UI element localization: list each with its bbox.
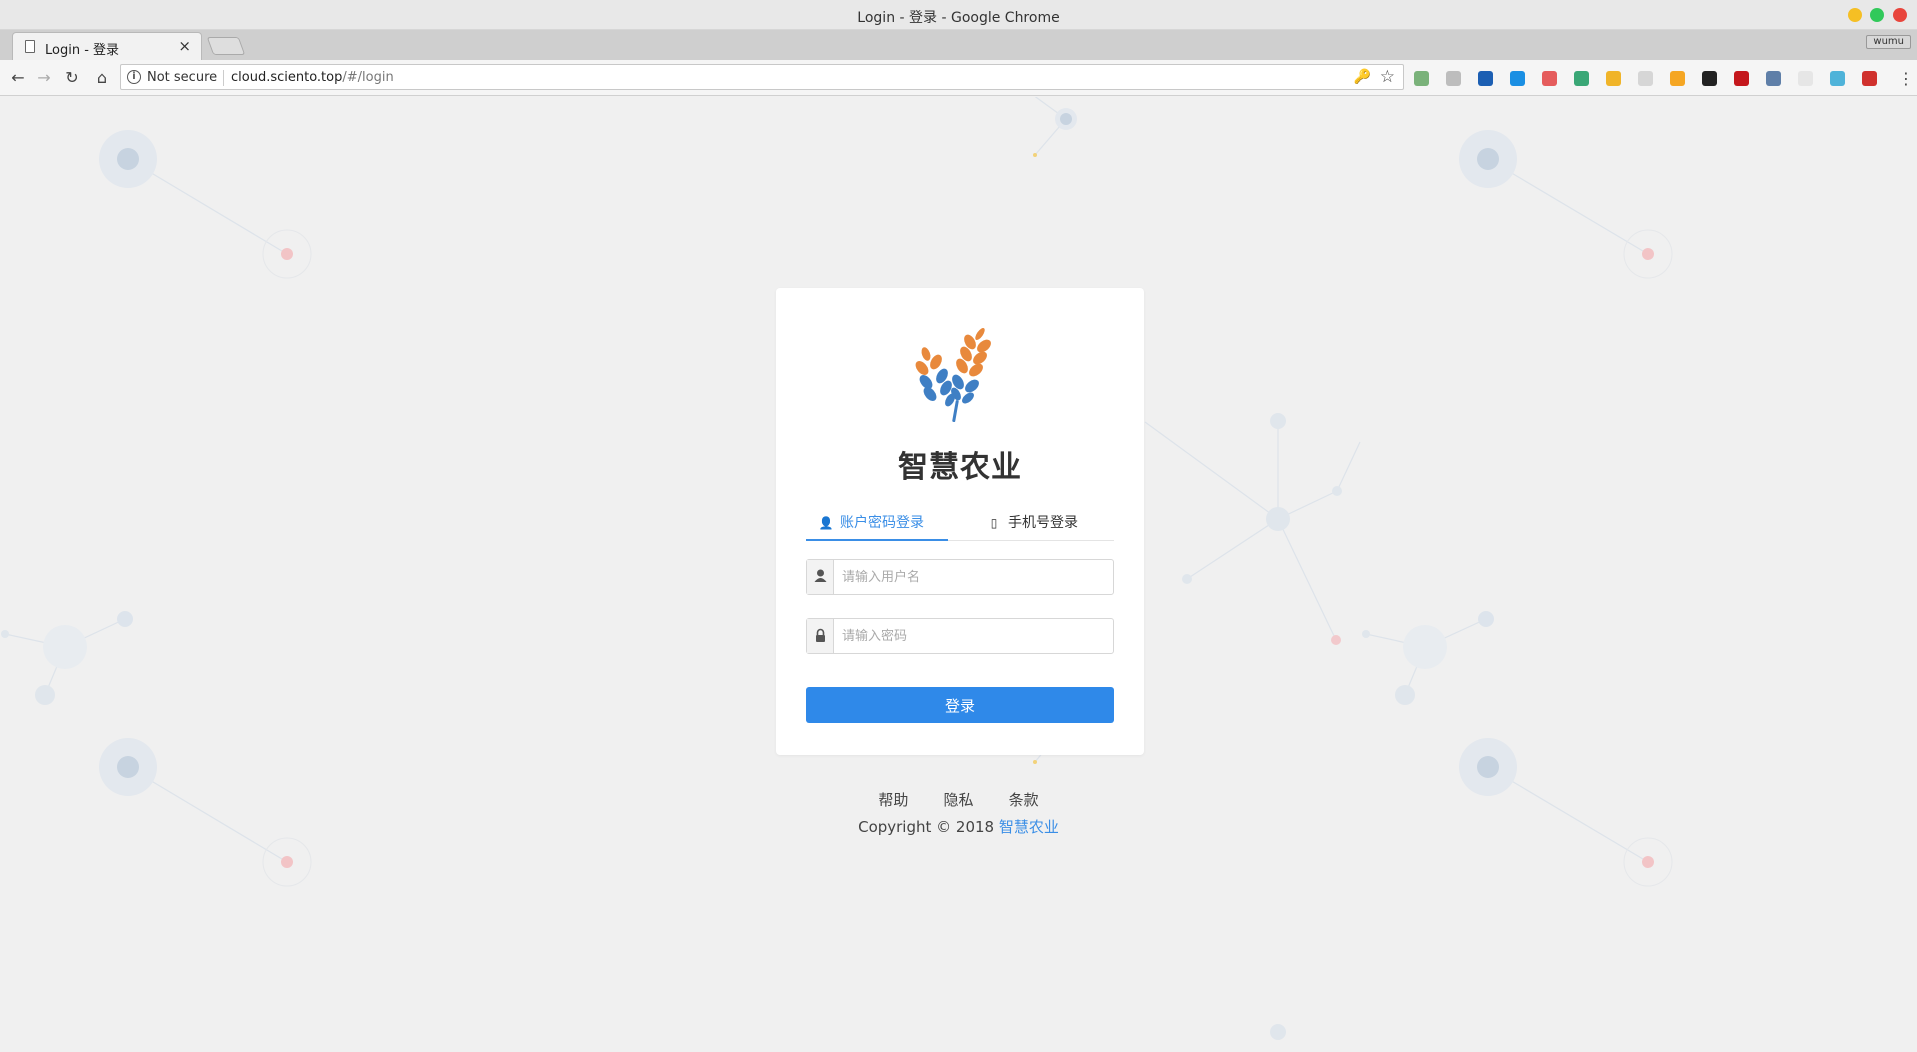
pdf-extension-icon[interactable] <box>1862 71 1877 86</box>
user-icon <box>814 569 827 582</box>
footer-link-help[interactable]: 帮助 <box>878 789 908 810</box>
wheat-logo-icon <box>915 328 991 423</box>
red-circle-extension-icon[interactable] <box>1542 71 1557 86</box>
tab-strip: Login - 登录 × wumu <box>0 30 1917 60</box>
user-icon: 👤 <box>818 516 834 530</box>
home-icon[interactable]: ⌂ <box>92 68 112 87</box>
reload-icon[interactable]: ↻ <box>62 68 82 87</box>
adblock-extension-icon[interactable] <box>1734 71 1749 86</box>
tab-phone-label: 手机号登录 <box>1008 515 1078 531</box>
omnibox-separator <box>223 70 224 86</box>
tab-account-label: 账户密码登录 <box>840 515 924 531</box>
back-arrow-icon[interactable]: ← <box>8 68 28 87</box>
footer-link-privacy[interactable]: 隐私 <box>943 789 973 810</box>
footer-links: 帮助 隐私 条款 <box>0 789 1917 810</box>
vue-extension-icon[interactable] <box>1574 71 1589 86</box>
copyright-text: Copyright © 2018 <box>858 818 995 836</box>
key-icon[interactable]: 🔑 <box>1354 69 1371 85</box>
bird-extension-icon[interactable] <box>1702 71 1717 86</box>
url-host: cloud.sciento.top <box>231 70 343 85</box>
footer-link-terms[interactable]: 条款 <box>1009 789 1039 810</box>
lock-icon <box>816 628 825 642</box>
minimize-button[interactable] <box>1848 8 1862 22</box>
footer-brand-link[interactable]: 智慧农业 <box>999 818 1059 836</box>
username-input[interactable] <box>834 560 1113 594</box>
browser-tab-login[interactable]: Login - 登录 × <box>12 32 202 60</box>
page-footer: 帮助 隐私 条款 Copyright © 2018 智慧农业 <box>0 789 1917 837</box>
login-button[interactable]: 登录 <box>806 687 1114 723</box>
window-title: Login - 登录 - Google Chrome <box>857 10 1060 26</box>
url-text[interactable]: cloud.sciento.top/#/login <box>231 70 394 85</box>
mobile-phone-icon: ▯ <box>990 516 998 530</box>
password-input[interactable] <box>834 619 1113 653</box>
brand-title: 智慧农业 <box>898 450 1022 485</box>
tab-account-login[interactable]: 👤 账户密码登录 <box>806 513 948 541</box>
grid-extension-icon[interactable] <box>1638 71 1653 86</box>
orange-square-extension-icon[interactable] <box>1670 71 1685 86</box>
react-extension-icon[interactable] <box>1830 71 1845 86</box>
menu-icon[interactable]: ⋮ <box>1898 69 1914 88</box>
image-extension-icon[interactable] <box>1446 71 1461 86</box>
d-extension-icon[interactable] <box>1510 71 1525 86</box>
username-field <box>806 559 1114 595</box>
address-bar[interactable]: i Not secure cloud.sciento.top/#/login 🔑… <box>120 64 1404 90</box>
tab-close-icon[interactable]: × <box>178 37 191 55</box>
forward-arrow-icon[interactable]: → <box>34 68 54 87</box>
window-titlebar: Login - 登录 - Google Chrome <box>0 0 1917 30</box>
new-tab-button[interactable] <box>206 37 246 55</box>
maximize-button[interactable] <box>1870 8 1884 22</box>
security-status[interactable]: Not secure <box>147 70 217 85</box>
pale-circle-extension-icon[interactable] <box>1798 71 1813 86</box>
tab-title: Login - 登录 <box>45 43 120 58</box>
profile-button[interactable]: wumu <box>1866 35 1911 49</box>
chrome-colorful-extension-icon[interactable] <box>1606 71 1621 86</box>
globe-extension-icon[interactable] <box>1766 71 1781 86</box>
v-extension-icon[interactable] <box>1478 71 1493 86</box>
info-icon[interactable]: i <box>127 70 141 84</box>
page-icon <box>25 40 35 53</box>
password-field <box>806 618 1114 654</box>
close-window-button[interactable] <box>1893 8 1907 22</box>
url-path: /#/login <box>342 70 394 85</box>
username-addon <box>807 560 834 594</box>
login-tabs: 👤 账户密码登录 ▯ 手机号登录 <box>806 513 1114 541</box>
tab-phone-login[interactable]: ▯ 手机号登录 <box>974 513 1094 541</box>
login-card: 智慧农业 👤 账户密码登录 ▯ 手机号登录 登录 <box>776 288 1144 755</box>
page-content: 智慧农业 👤 账户密码登录 ▯ 手机号登录 登录 帮助 隐私 <box>0 97 1917 1052</box>
green-dot-extension-icon[interactable] <box>1414 71 1429 86</box>
password-addon <box>807 619 834 653</box>
bookmark-star-icon[interactable]: ☆ <box>1380 67 1395 87</box>
browser-toolbar: ← → ↻ ⌂ i Not secure cloud.sciento.top/#… <box>0 60 1917 96</box>
copyright: Copyright © 2018 智慧农业 <box>0 816 1917 837</box>
